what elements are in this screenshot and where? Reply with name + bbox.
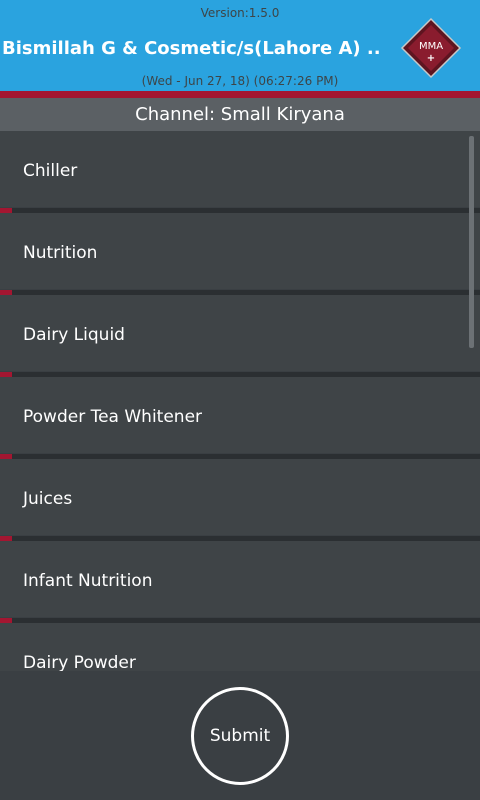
category-list[interactable]: Chiller Nutrition Dairy Liquid Powder Te… [0,131,480,671]
category-item-nutrition[interactable]: Nutrition [0,213,480,295]
category-item-infant-nutrition[interactable]: Infant Nutrition [0,541,480,623]
list-scrollbar[interactable] [469,136,474,348]
mma-logo-icon: MMA + [400,17,462,79]
category-item-juices[interactable]: Juices [0,459,480,541]
category-item-label: Infant Nutrition [23,571,153,591]
category-item-label: Nutrition [23,243,98,263]
logo-text: MMA [419,41,443,52]
app-header: Version:1.5.0 Bismillah G & Cosmetic/s(L… [0,0,480,91]
channel-label: Channel: Small Kiryana [0,98,480,131]
category-item-label: Chiller [23,161,78,181]
category-item-chiller[interactable]: Chiller [0,131,480,213]
header-accent-bar [0,91,480,98]
store-name-title: Bismillah G & Cosmetic/s(Lahore A) .. [2,38,381,59]
category-item-label: Powder Tea Whitener [23,407,203,427]
logo-plus: + [427,53,435,64]
submit-button[interactable]: Submit [191,687,289,785]
category-item-dairy-liquid[interactable]: Dairy Liquid [0,295,480,377]
category-item-label: Dairy Powder [23,653,136,671]
category-item-powder-tea-whitener[interactable]: Powder Tea Whitener [0,377,480,459]
category-item-dairy-powder[interactable]: Dairy Powder [0,623,480,671]
category-item-label: Dairy Liquid [23,325,125,345]
category-item-label: Juices [23,489,73,509]
